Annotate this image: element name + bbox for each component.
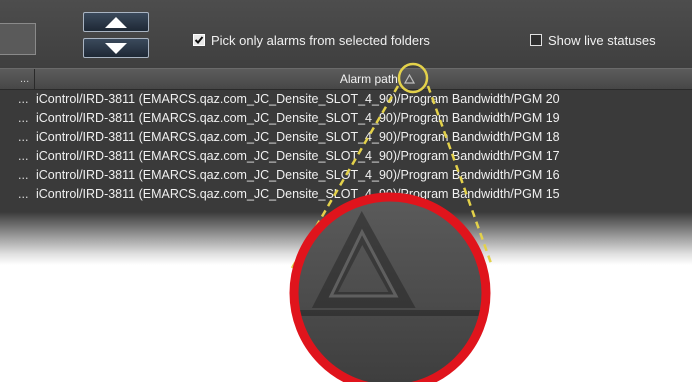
move-down-button[interactable] — [83, 38, 149, 58]
column-header-alarm-path[interactable]: Alarm path — [35, 69, 692, 90]
pick-only-checkbox[interactable] — [193, 34, 205, 46]
row-index-cell: ... — [18, 187, 29, 201]
partial-field[interactable] — [0, 23, 36, 55]
table-row[interactable]: ... iControl/IRD-3811 (EMARCS.qaz.com_JC… — [0, 90, 692, 109]
live-status-label: Show live statuses — [548, 32, 656, 48]
toolbar: Pick only alarms from selected folders S… — [0, 0, 692, 68]
move-up-button[interactable] — [83, 12, 149, 32]
column-header-alarm-path-label: Alarm path — [339, 72, 398, 86]
arrow-down-icon — [105, 43, 127, 54]
show-live-statuses-option[interactable]: Show live statuses — [530, 32, 656, 48]
row-index-cell: ... — [18, 168, 29, 182]
alarm-path-cell: iControl/IRD-3811 (EMARCS.qaz.com_JC_Den… — [36, 168, 560, 182]
live-status-checkbox[interactable] — [530, 34, 542, 46]
table-row[interactable]: ... iControl/IRD-3811 (EMARCS.qaz.com_JC… — [0, 166, 692, 185]
alarm-path-cell: iControl/IRD-3811 (EMARCS.qaz.com_JC_Den… — [36, 92, 560, 106]
row-index-cell: ... — [18, 149, 29, 163]
alarm-path-cell: iControl/IRD-3811 (EMARCS.qaz.com_JC_Den… — [36, 111, 560, 125]
sort-ascending-icon[interactable] — [404, 74, 416, 84]
alarm-path-cell: iControl/IRD-3811 (EMARCS.qaz.com_JC_Den… — [36, 130, 560, 144]
table-header: ... Alarm path — [0, 68, 692, 90]
table-row[interactable]: ... iControl/IRD-3811 (EMARCS.qaz.com_JC… — [0, 109, 692, 128]
row-index-cell: ... — [18, 92, 29, 106]
table-row[interactable]: ... iControl/IRD-3811 (EMARCS.qaz.com_JC… — [0, 147, 692, 166]
pick-only-label: Pick only alarms from selected folders — [211, 32, 430, 48]
application-window: Pick only alarms from selected folders S… — [0, 0, 692, 265]
checkmark-icon — [194, 36, 204, 44]
column-header-index[interactable]: ... — [0, 69, 35, 90]
alarm-path-cell: iControl/IRD-3811 (EMARCS.qaz.com_JC_Den… — [36, 149, 560, 163]
column-header-index-label: ... — [20, 73, 30, 85]
table-row[interactable]: ... iControl/IRD-3811 (EMARCS.qaz.com_JC… — [0, 128, 692, 147]
alarm-table-body: ... iControl/IRD-3811 (EMARCS.qaz.com_JC… — [0, 90, 692, 204]
row-index-cell: ... — [18, 130, 29, 144]
row-index-cell: ... — [18, 111, 29, 125]
arrow-up-icon — [105, 17, 127, 28]
pick-only-selected-folders-option[interactable]: Pick only alarms from selected folders — [193, 32, 430, 48]
table-row[interactable]: ... iControl/IRD-3811 (EMARCS.qaz.com_JC… — [0, 185, 692, 204]
alarm-path-cell: iControl/IRD-3811 (EMARCS.qaz.com_JC_Den… — [36, 187, 560, 201]
